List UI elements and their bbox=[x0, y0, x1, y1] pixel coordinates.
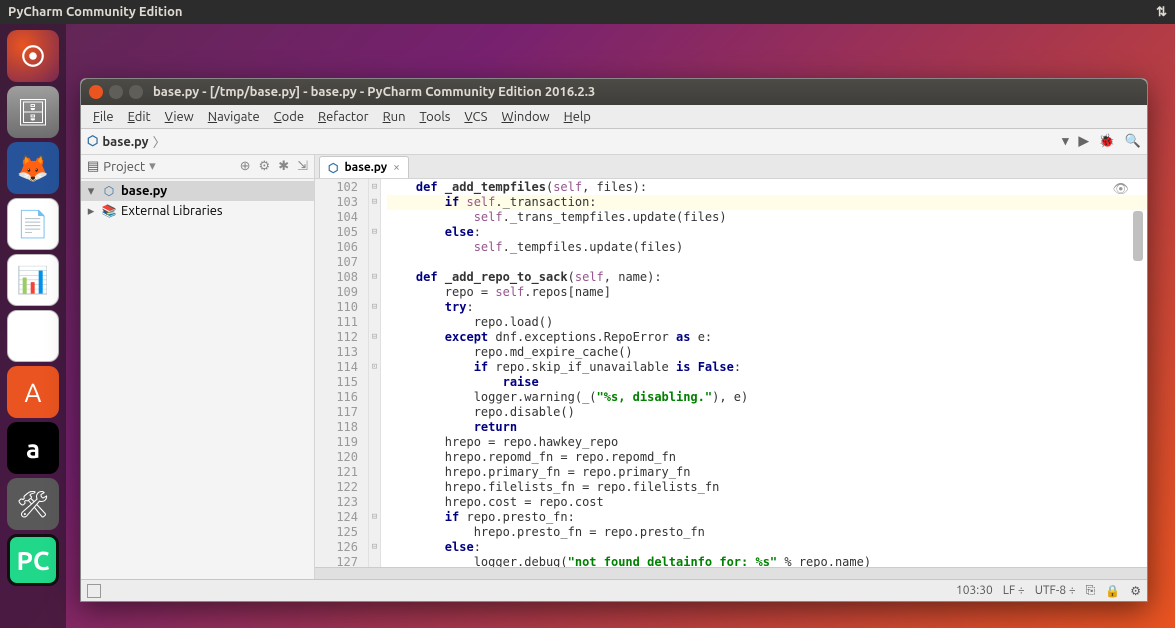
vertical-scrollbar[interactable] bbox=[1133, 181, 1145, 565]
code-editor[interactable]: 1021031041051061071081091101111121131141… bbox=[315, 179, 1147, 567]
desktop-top-panel: PyCharm Community Edition ⇅ bbox=[0, 0, 1175, 24]
editor-tabbar: ⬡ base.py × bbox=[315, 155, 1147, 179]
code-area[interactable]: def _add_tempfiles(self, files): if self… bbox=[381, 179, 1147, 567]
collapse-all-icon[interactable]: ⚙ bbox=[259, 159, 271, 174]
launcher-firefox[interactable]: 🦊 bbox=[7, 142, 59, 194]
caret-position[interactable]: 103:30 bbox=[956, 584, 993, 597]
library-icon: 📚 bbox=[101, 203, 117, 219]
launcher-software[interactable]: A bbox=[7, 366, 59, 418]
launcher-writer[interactable]: 📄 bbox=[7, 198, 59, 250]
network-icon[interactable]: ⇅ bbox=[1156, 5, 1167, 20]
menu-vcs[interactable]: VCS bbox=[458, 108, 493, 126]
python-file-icon: ⬡ bbox=[87, 134, 98, 149]
statusbar-lock-icon[interactable]: 🔒 bbox=[1105, 584, 1120, 598]
project-sidebar: ▤ Project ▾ ⊕ ⚙ ✱ ⇲ ▾ ⬡ base.py ▸ 📚 External Lib… bbox=[81, 155, 315, 579]
breadcrumb-chevron-icon: 〉 bbox=[153, 132, 166, 151]
tree-node-base-py[interactable]: ▾ ⬡ base.py bbox=[81, 181, 314, 201]
search-button[interactable]: 🔍 bbox=[1125, 134, 1141, 149]
tree-expand-icon[interactable]: ▸ bbox=[85, 204, 97, 219]
menu-navigate[interactable]: Navigate bbox=[202, 108, 266, 126]
encoding-indicator[interactable]: UTF-8 ÷ bbox=[1035, 584, 1076, 597]
window-minimize-button[interactable] bbox=[109, 85, 123, 99]
horizontal-scrollbar[interactable] bbox=[315, 567, 1147, 579]
settings-icon[interactable]: ✱ bbox=[278, 159, 289, 174]
menu-run[interactable]: Run bbox=[377, 108, 412, 126]
scroll-thumb[interactable] bbox=[1133, 211, 1143, 261]
panel-title: PyCharm Community Edition bbox=[8, 5, 183, 19]
unity-launcher: 🗄 🦊 📄 📊 📽 A a 🛠 PC bbox=[0, 24, 66, 628]
python-file-icon: ⬡ bbox=[328, 161, 338, 175]
debug-button[interactable]: 🐞 bbox=[1099, 134, 1115, 149]
nav-bar: ⬡ base.py 〉 ▾ ▶ 🐞 🔍 bbox=[81, 129, 1147, 155]
statusbar-tool-windows-icon[interactable] bbox=[87, 584, 101, 598]
menu-refactor[interactable]: Refactor bbox=[312, 108, 375, 126]
status-bar: 103:30 LF ÷ UTF-8 ÷ ⎘ 🔒 ⚙ bbox=[81, 579, 1147, 601]
statusbar-git-icon[interactable]: ⎘ bbox=[1086, 584, 1096, 598]
menu-file[interactable]: File bbox=[87, 108, 120, 126]
sidebar-dropdown-icon[interactable]: ▾ bbox=[149, 159, 156, 174]
menu-code[interactable]: Code bbox=[268, 108, 310, 126]
window-maximize-button[interactable] bbox=[129, 85, 143, 99]
launcher-amazon[interactable]: a bbox=[7, 422, 59, 474]
launcher-calc[interactable]: 📊 bbox=[7, 254, 59, 306]
menu-edit[interactable]: Edit bbox=[122, 108, 157, 126]
project-tool-icon: ▤ bbox=[87, 159, 99, 174]
tab-close-icon[interactable]: × bbox=[393, 161, 400, 174]
line-number-gutter: 1021031041051061071081091101111121131141… bbox=[315, 179, 369, 567]
fold-gutter[interactable]: ⊟⊟⊟⊟⊟⊟⊡⊟⊟ bbox=[369, 179, 381, 567]
python-file-icon: ⬡ bbox=[101, 183, 117, 199]
statusbar-hector-icon[interactable]: ⚙ bbox=[1130, 584, 1141, 598]
tree-node-label: base.py bbox=[121, 184, 167, 198]
window-close-button[interactable] bbox=[89, 85, 103, 99]
menu-view[interactable]: View bbox=[159, 108, 200, 126]
menu-tools[interactable]: Tools bbox=[414, 108, 457, 126]
tree-node-label: External Libraries bbox=[121, 204, 223, 218]
tree-expand-icon[interactable]: ▾ bbox=[85, 184, 97, 199]
launcher-impress[interactable]: 📽 bbox=[7, 310, 59, 362]
tree-node-external-libraries[interactable]: ▸ 📚 External Libraries bbox=[81, 201, 314, 221]
hide-icon[interactable]: ⇲ bbox=[297, 159, 308, 174]
inspections-eye-icon[interactable]: 👁 bbox=[1112, 182, 1129, 197]
launcher-dash[interactable] bbox=[7, 30, 59, 82]
editor-tab[interactable]: ⬡ base.py × bbox=[319, 156, 409, 178]
menu-help[interactable]: Help bbox=[558, 108, 597, 126]
run-config-dropdown[interactable]: ▾ bbox=[1062, 134, 1069, 149]
menu-window[interactable]: Window bbox=[495, 108, 555, 126]
menubar: FileEditViewNavigateCodeRefactorRunTools… bbox=[81, 105, 1147, 129]
launcher-files[interactable]: 🗄 bbox=[7, 86, 59, 138]
sidebar-header-label[interactable]: Project bbox=[103, 160, 145, 174]
launcher-settings[interactable]: 🛠 bbox=[7, 478, 59, 530]
window-title: base.py - [/tmp/base.py] - base.py - PyC… bbox=[153, 85, 595, 99]
tab-label: base.py bbox=[344, 161, 387, 174]
launcher-pycharm[interactable]: PC bbox=[7, 534, 59, 586]
pycharm-window: base.py - [/tmp/base.py] - base.py - PyC… bbox=[80, 78, 1148, 602]
line-sep-indicator[interactable]: LF ÷ bbox=[1003, 584, 1025, 597]
run-button[interactable]: ▶ bbox=[1079, 134, 1089, 149]
breadcrumb[interactable]: base.py bbox=[102, 135, 148, 149]
titlebar[interactable]: base.py - [/tmp/base.py] - base.py - PyC… bbox=[81, 79, 1147, 105]
scroll-from-source-icon[interactable]: ⊕ bbox=[240, 159, 251, 174]
